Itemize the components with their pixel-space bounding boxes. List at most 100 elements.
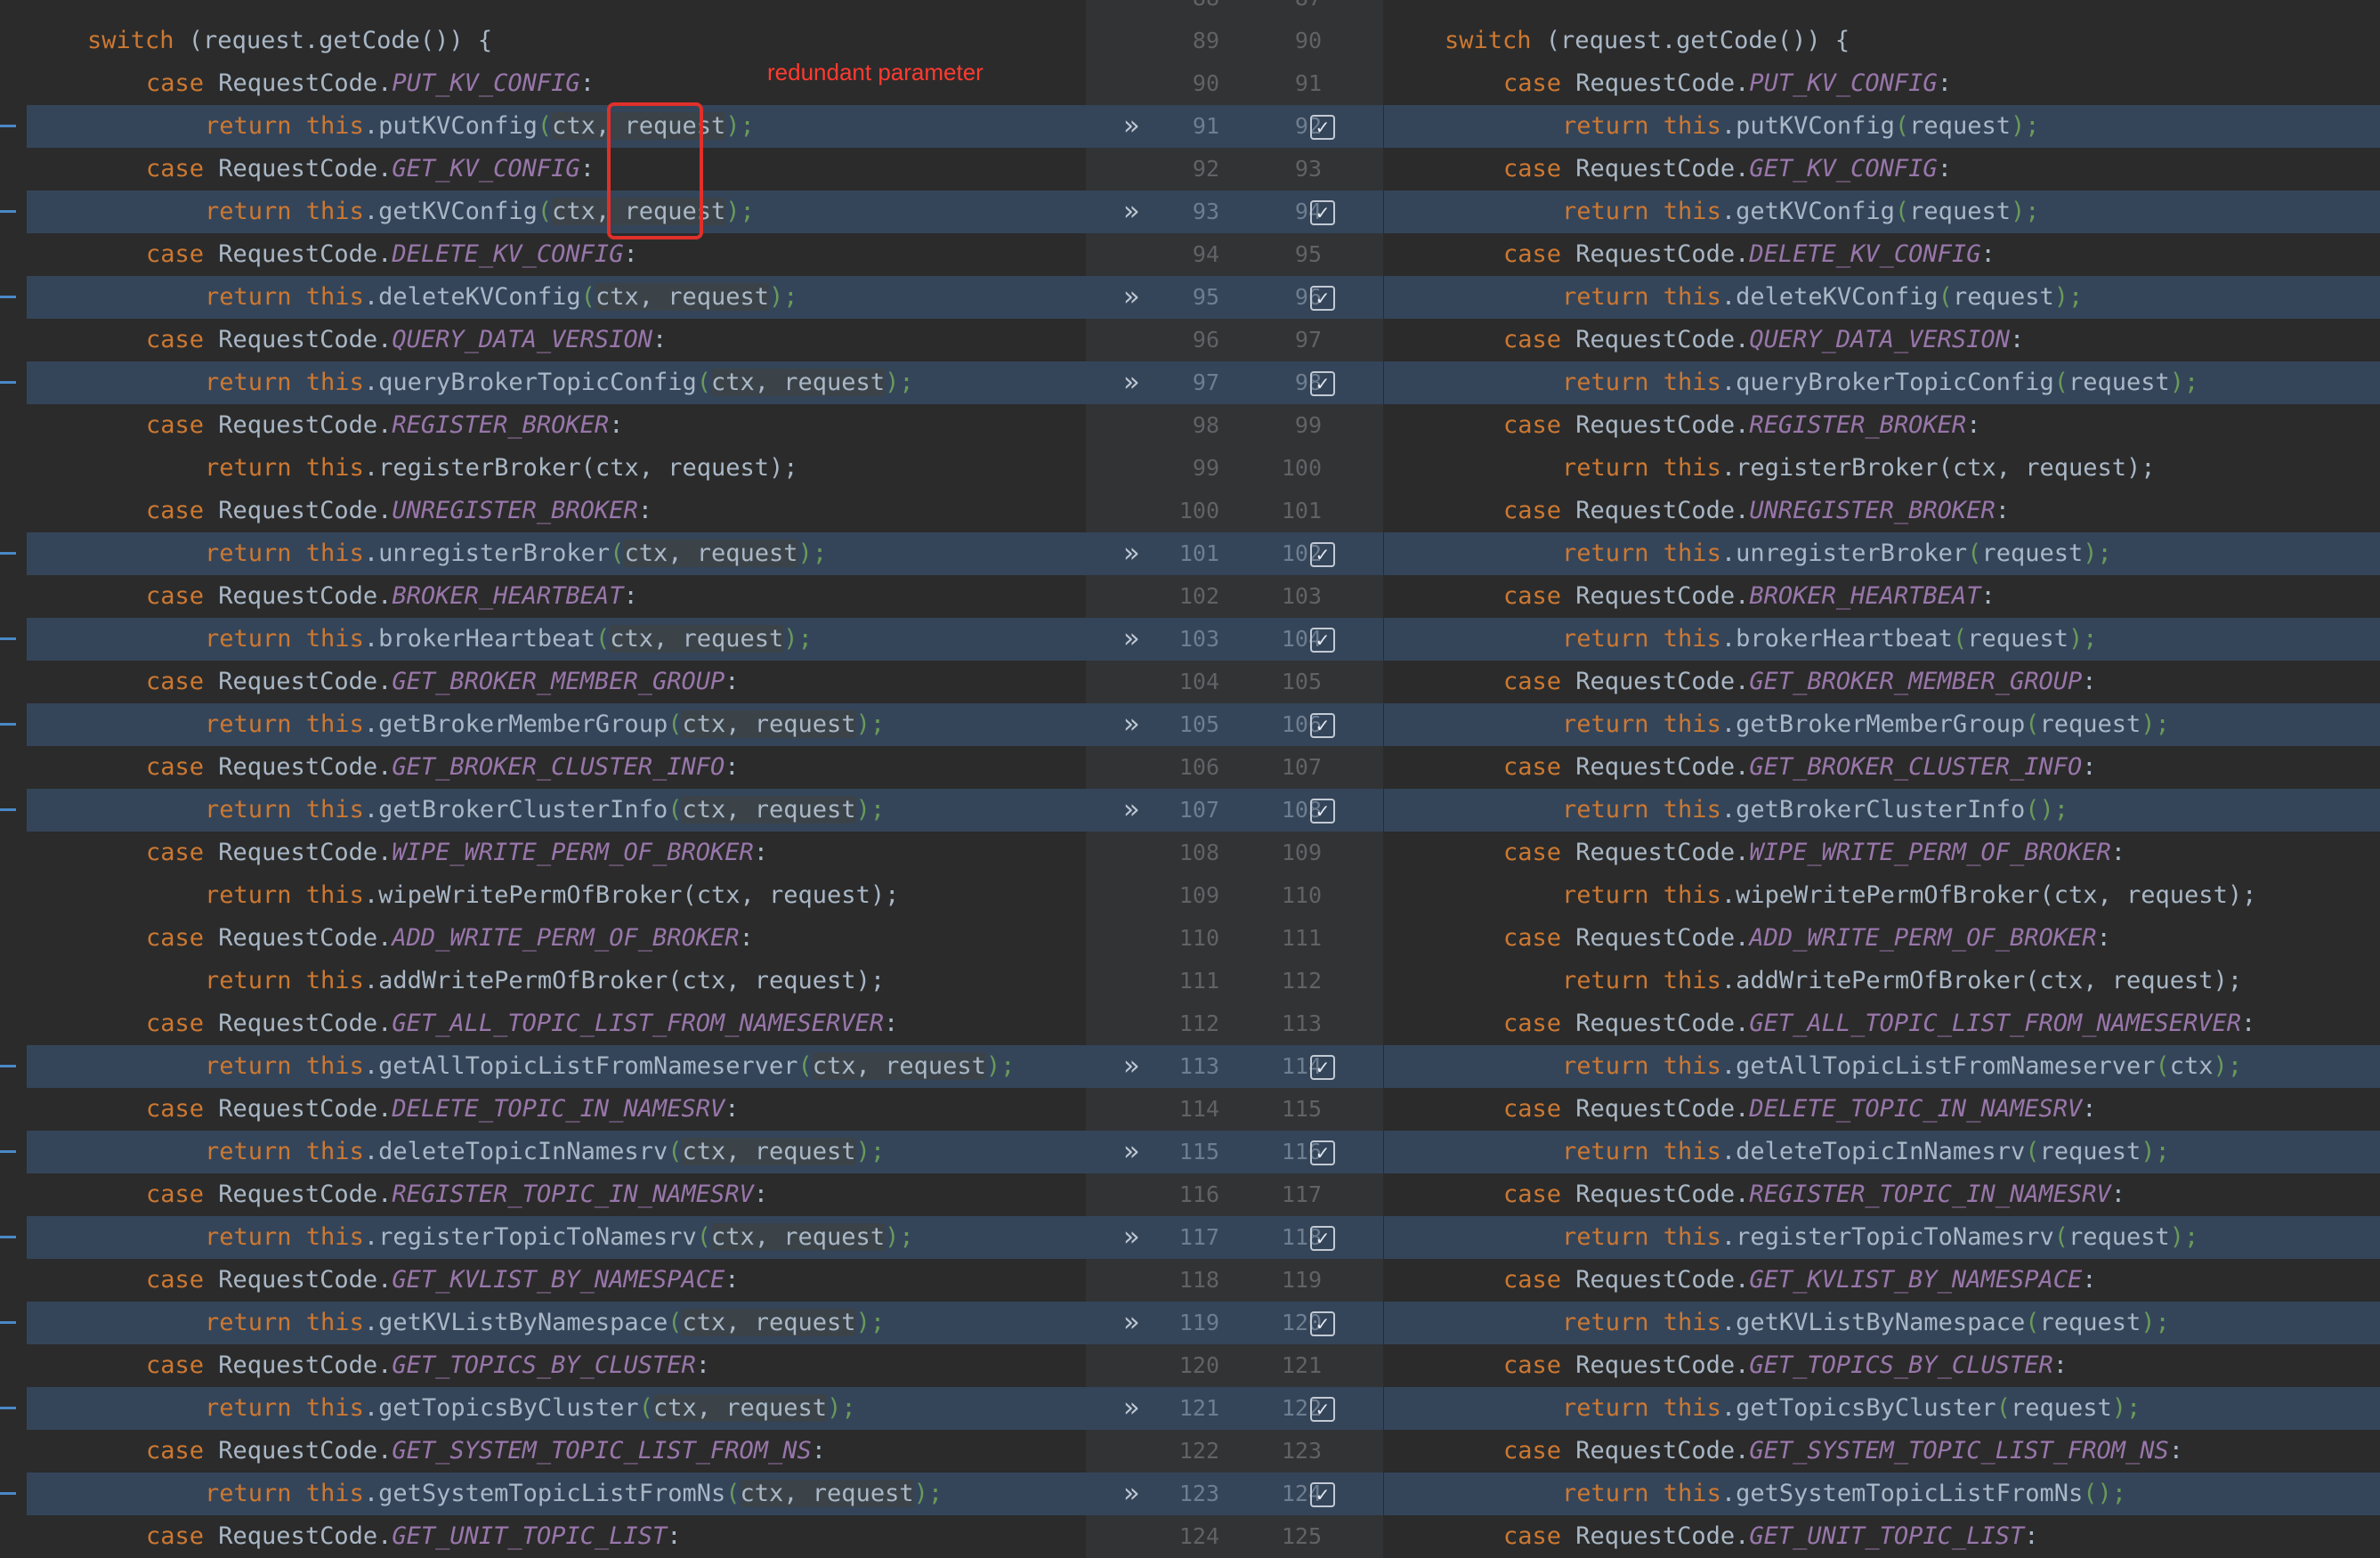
left-code-line[interactable]: case RequestCode.GET_BROKER_CLUSTER_INFO… [27,746,1086,789]
apply-change-icon[interactable]: » [1123,1045,1139,1088]
right-code-line[interactable]: return this.getSystemTopicListFromNs(); [1384,1473,2380,1515]
left-code-line[interactable]: return this.wipeWritePermOfBroker(ctx, r… [27,874,1086,917]
right-code-line[interactable]: return this.deleteKVConfig(request); [1384,276,2380,319]
accept-checkbox[interactable]: ✓ [1310,1397,1335,1422]
left-code-line[interactable]: case RequestCode.UNREGISTER_BROKER: [27,490,1086,532]
apply-change-icon[interactable]: » [1123,105,1139,148]
left-code-line[interactable]: return this.unregisterBroker(ctx, reques… [27,532,1086,575]
left-code-line[interactable]: case RequestCode.GET_TOPICS_BY_CLUSTER: [27,1344,1086,1387]
left-code-line[interactable]: return this.putKVConfig(ctx, request); [27,105,1086,148]
accept-checkbox[interactable]: ✓ [1310,542,1335,567]
right-code-line[interactable]: case RequestCode.WIPE_WRITE_PERM_OF_BROK… [1384,832,2380,874]
right-code-line[interactable]: return this.unregisterBroker(request); [1384,532,2380,575]
left-code-line[interactable]: case RequestCode.REGISTER_TOPIC_IN_NAMES… [27,1173,1086,1216]
left-code-line[interactable]: case RequestCode.REGISTER_BROKER: [27,404,1086,447]
comma: , [1995,454,2026,482]
left-code-line[interactable]: case RequestCode.GET_SYSTEM_TOPIC_LIST_F… [27,1430,1086,1473]
left-code-line[interactable]: return this.getBrokerMemberGroup(ctx, re… [27,703,1086,746]
apply-change-icon[interactable]: » [1123,1131,1139,1173]
left-code-line[interactable]: return this.registerBroker(ctx, request)… [27,447,1086,490]
apply-change-icon[interactable]: » [1123,703,1139,746]
right-code-line[interactable]: case RequestCode.REGISTER_BROKER: [1384,404,2380,447]
left-code-line[interactable]: return this.getAllTopicListFromNameserve… [27,1045,1086,1088]
accept-checkbox[interactable]: ✓ [1310,286,1335,311]
left-code-line[interactable]: case RequestCode.DELETE_KV_CONFIG: [27,233,1086,276]
right-code-line[interactable]: return this.getTopicsByCluster(request); [1384,1387,2380,1430]
left-code-line[interactable]: case RequestCode.GET_BROKER_MEMBER_GROUP… [27,661,1086,703]
right-code-line[interactable]: case RequestCode.GET_UNIT_TOPIC_LIST: [1384,1515,2380,1558]
left-code-line[interactable]: return this.queryBrokerTopicConfig(ctx, … [27,361,1086,404]
left-code-line[interactable]: case RequestCode.DELETE_TOPIC_IN_NAMESRV… [27,1088,1086,1131]
left-code-line[interactable]: return this.getSystemTopicListFromNs(ctx… [27,1473,1086,1515]
right-code-line[interactable]: case RequestCode.DELETE_KV_CONFIG: [1384,233,2380,276]
right-code-line[interactable]: switch (request.getCode()) { [1384,20,2380,62]
right-code-line[interactable]: case RequestCode.UNREGISTER_BROKER: [1384,490,2380,532]
left-code-line[interactable]: return this.brokerHeartbeat(ctx, request… [27,618,1086,661]
left-code-line[interactable]: case RequestCode.QUERY_DATA_VERSION: [27,319,1086,361]
left-code-line[interactable]: case RequestCode.BROKER_HEARTBEAT: [27,575,1086,618]
right-code-line[interactable]: case RequestCode.GET_BROKER_MEMBER_GROUP… [1384,661,2380,703]
right-code-line[interactable]: case RequestCode.GET_SYSTEM_TOPIC_LIST_F… [1384,1430,2380,1473]
accept-checkbox[interactable]: ✓ [1310,1055,1335,1080]
apply-change-icon[interactable]: » [1123,618,1139,661]
left-code-line[interactable]: return this.getKVConfig(ctx, request); [27,191,1086,233]
accept-checkbox[interactable]: ✓ [1310,371,1335,396]
right-code-line[interactable]: return this.queryBrokerTopicConfig(reque… [1384,361,2380,404]
left-code-line[interactable]: case RequestCode.GET_UNIT_TOPIC_LIST: [27,1515,1086,1558]
apply-change-icon[interactable]: » [1123,361,1139,404]
apply-change-icon[interactable]: » [1123,789,1139,832]
left-code-line[interactable]: return this.addWritePermOfBroker(ctx, re… [27,960,1086,1002]
left-code-line[interactable]: case RequestCode.GET_KV_CONFIG: [27,148,1086,191]
apply-change-icon[interactable]: » [1123,276,1139,319]
right-code-line[interactable]: return this.registerBroker(ctx, request)… [1384,447,2380,490]
left-code-line[interactable]: case RequestCode.ADD_WRITE_PERM_OF_BROKE… [27,917,1086,960]
apply-change-icon[interactable]: » [1123,1302,1139,1344]
right-code-line[interactable]: return this.getBrokerMemberGroup(request… [1384,703,2380,746]
apply-change-icon[interactable]: » [1123,532,1139,575]
apply-change-icon[interactable]: » [1123,1473,1139,1515]
right-code-line[interactable]: case RequestCode.GET_BROKER_CLUSTER_INFO… [1384,746,2380,789]
left-code-line[interactable]: case RequestCode.GET_ALL_TOPIC_LIST_FROM… [27,1002,1086,1045]
right-code-line[interactable]: case RequestCode.DELETE_TOPIC_IN_NAMESRV… [1384,1088,2380,1131]
right-code-line[interactable]: return this.deleteTopicInNamesrv(request… [1384,1131,2380,1173]
right-code-line[interactable]: case RequestCode.GET_ALL_TOPIC_LIST_FROM… [1384,1002,2380,1045]
left-code-line[interactable]: return this.getKVListByNamespace(ctx, re… [27,1302,1086,1344]
right-code-line[interactable]: return this.getBrokerClusterInfo(); [1384,789,2380,832]
right-code-line[interactable]: return this.getAllTopicListFromNameserve… [1384,1045,2380,1088]
accept-checkbox[interactable]: ✓ [1310,1311,1335,1336]
left-code-line[interactable]: switch (request.getCode()) { [27,20,1086,62]
left-code-line[interactable]: return this.deleteKVConfig(ctx, request)… [27,276,1086,319]
right-code-line[interactable]: case RequestCode.GET_KVLIST_BY_NAMESPACE… [1384,1259,2380,1302]
right-code-line[interactable]: case RequestCode.GET_KV_CONFIG: [1384,148,2380,191]
right-code-line[interactable]: return this.registerTopicToNamesrv(reque… [1384,1216,2380,1259]
right-code-line[interactable]: return this.getKVListByNamespace(request… [1384,1302,2380,1344]
left-code-line[interactable]: return this.deleteTopicInNamesrv(ctx, re… [27,1131,1086,1173]
accept-checkbox[interactable]: ✓ [1310,200,1335,225]
accept-checkbox[interactable]: ✓ [1310,115,1335,140]
left-code-line[interactable]: case RequestCode.GET_KVLIST_BY_NAMESPACE… [27,1259,1086,1302]
left-code-line[interactable]: case RequestCode.WIPE_WRITE_PERM_OF_BROK… [27,832,1086,874]
apply-change-icon[interactable]: » [1123,1216,1139,1259]
right-code-line[interactable]: return this.putKVConfig(request); [1384,105,2380,148]
right-code-line[interactable]: case RequestCode.QUERY_DATA_VERSION: [1384,319,2380,361]
right-code-line[interactable]: case RequestCode.BROKER_HEARTBEAT: [1384,575,2380,618]
accept-checkbox[interactable]: ✓ [1310,713,1335,738]
accept-checkbox[interactable]: ✓ [1310,1482,1335,1507]
left-code-line[interactable]: return this.getTopicsByCluster(ctx, requ… [27,1387,1086,1430]
apply-change-icon[interactable]: » [1123,1387,1139,1430]
right-code-line[interactable]: case RequestCode.REGISTER_TOPIC_IN_NAMES… [1384,1173,2380,1216]
right-code-line[interactable]: return this.brokerHeartbeat(request); [1384,618,2380,661]
right-code-line[interactable]: case RequestCode.PUT_KV_CONFIG: [1384,62,2380,105]
apply-change-icon[interactable]: » [1123,191,1139,233]
right-code-line[interactable]: case RequestCode.GET_TOPICS_BY_CLUSTER: [1384,1344,2380,1387]
left-code-line[interactable]: return this.getBrokerClusterInfo(ctx, re… [27,789,1086,832]
right-code-line[interactable]: return this.wipeWritePermOfBroker(ctx, r… [1384,874,2380,917]
right-code-line[interactable]: case RequestCode.ADD_WRITE_PERM_OF_BROKE… [1384,917,2380,960]
left-code-line[interactable]: return this.registerTopicToNamesrv(ctx, … [27,1216,1086,1259]
accept-checkbox[interactable]: ✓ [1310,1140,1335,1165]
accept-checkbox[interactable]: ✓ [1310,1226,1335,1251]
accept-checkbox[interactable]: ✓ [1310,799,1335,824]
accept-checkbox[interactable]: ✓ [1310,628,1335,653]
right-code-line[interactable]: return this.addWritePermOfBroker(ctx, re… [1384,960,2380,1002]
right-code-line[interactable]: return this.getKVConfig(request); [1384,191,2380,233]
